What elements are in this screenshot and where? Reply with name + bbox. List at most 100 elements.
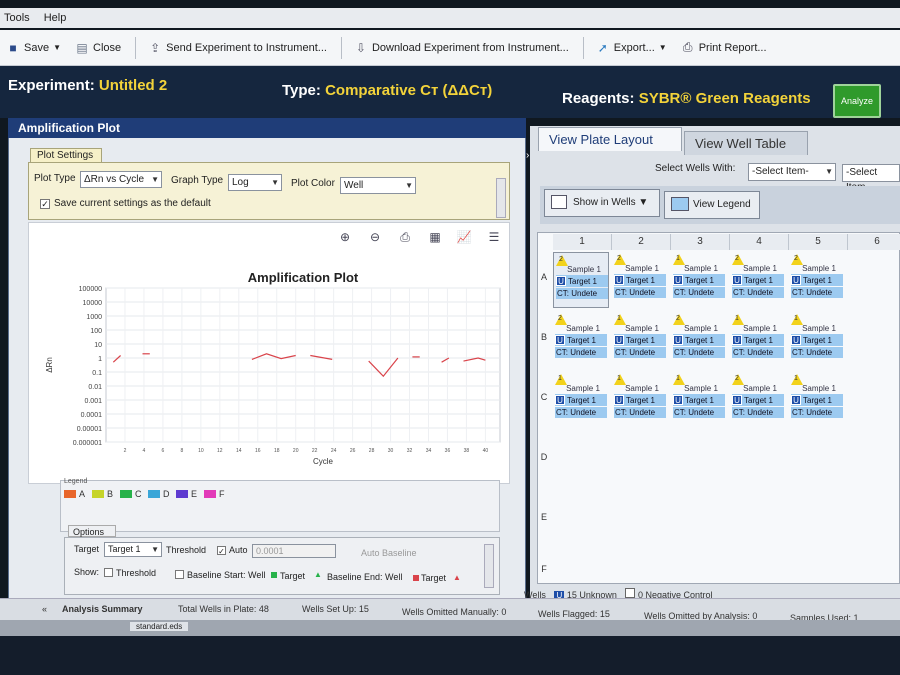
y-tick-label: 0.000001 [73, 440, 102, 447]
row-header-d[interactable]: D [537, 452, 551, 462]
x-tick-label: 24 [331, 448, 337, 454]
well-b4[interactable]: 1 Sample 1 U Target 1 CT: Undete [730, 312, 786, 368]
legend-box [60, 480, 500, 532]
well-target: Target 1 [626, 396, 655, 405]
row-header-c[interactable]: C [537, 392, 551, 402]
experiment-reagents: SYBR® Green Reagents [638, 90, 811, 107]
target-select[interactable]: Target 1 ▼ [104, 542, 162, 557]
legend-swatch [204, 490, 216, 498]
tab-plate-layout[interactable]: View Plate Layout [538, 127, 682, 151]
legend-swatch [64, 490, 76, 498]
well-ct: CT: Undete [555, 347, 607, 358]
well-a2[interactable]: 2 Sample 1 U Target 1 CT: Undete [612, 252, 668, 308]
collapse-left-icon[interactable]: › [526, 150, 529, 161]
column-header-5[interactable]: 5 [789, 234, 848, 250]
well-a3[interactable]: 1 Sample 1 U Target 1 CT: Undete [671, 252, 727, 308]
legend-item-label: A [79, 489, 86, 499]
well-sample: Sample 1 [566, 384, 600, 393]
show-baseline-checkbox[interactable] [175, 570, 184, 579]
well-target: Target 1 [744, 396, 773, 405]
menu-help[interactable]: Help [44, 12, 67, 24]
row-header-f[interactable]: F [537, 564, 551, 574]
well-a1[interactable]: 2 Sample 1 U Target 1 CT: Undete [553, 252, 609, 308]
x-tick-label: 14 [236, 448, 242, 454]
file-tab[interactable]: standard.eds [130, 622, 189, 631]
select-item-dropdown[interactable]: -Select Item- ▼ [748, 163, 836, 181]
well-c1[interactable]: 1 Sample 1 U Target 1 CT: Undete [553, 372, 609, 428]
select-item-dropdown-2[interactable]: -Select Item [842, 164, 900, 193]
well-a4[interactable]: 2 Sample 1 U Target 1 CT: Undete [730, 252, 786, 308]
toolbar: ■ Save ▼ ▤ Close ⇪ Send Experiment to Instru… [0, 30, 900, 66]
well-c4[interactable]: 2 Sample 1 U Target 1 CT: Undete [730, 372, 786, 428]
plot-settings-tab[interactable]: Plot Settings [30, 148, 102, 162]
wells-setup: Wells Set Up: 15 [302, 604, 369, 614]
unknown-task-icon: U [555, 395, 565, 405]
collapse-icon[interactable]: « [42, 604, 47, 614]
zoom-in-icon[interactable]: ⊕ [337, 230, 353, 244]
print-icon[interactable]: ⎙ [397, 230, 413, 244]
unknown-task-icon: U [555, 335, 565, 345]
well-b1[interactable]: 2 Sample 1 U Target 1 CT: Undete [553, 312, 609, 368]
settings-scrollbar[interactable] [496, 178, 506, 218]
menu-tools[interactable]: Tools [4, 12, 30, 24]
options-tab[interactable]: Options [68, 525, 116, 537]
zoom-out-icon[interactable]: ⊖ [367, 230, 383, 244]
baseline-end-label: Baseline End: Well [327, 572, 403, 582]
well-b5[interactable]: 1 Sample 1 U Target 1 CT: Undete [789, 312, 845, 368]
y-tick-label: 0.001 [84, 398, 102, 405]
well-ct: CT: Undete [732, 347, 784, 358]
well-c3[interactable]: 1 Sample 1 U Target 1 CT: Undete [671, 372, 727, 428]
table-icon[interactable]: ▦ [427, 230, 443, 244]
well-c5[interactable]: 1 Sample 1 U Target 1 CT: Undete [789, 372, 845, 428]
well-b2[interactable]: 1 Sample 1 U Target 1 CT: Undete [612, 312, 668, 368]
chevron-down-icon: ▼ [151, 175, 159, 184]
list-icon[interactable]: ☰ [486, 230, 502, 244]
auto-threshold-checkbox[interactable]: ✓ [217, 546, 226, 556]
save-default-checkbox[interactable]: ✓ [40, 199, 50, 209]
x-tick-label: 20 [293, 448, 299, 454]
plot-type-select[interactable]: ΔRn vs Cycle ▼ [80, 171, 162, 188]
options-scrollbar[interactable] [484, 544, 494, 588]
unknown-task-icon: U [673, 275, 683, 285]
column-header-2[interactable]: 2 [612, 234, 671, 250]
view-legend-button[interactable]: View Legend [664, 191, 760, 219]
column-header-6[interactable]: 6 [848, 234, 900, 250]
show-in-wells-button[interactable]: Show in Wells ▼ [544, 189, 660, 217]
amplification-chart: Amplification Plot1000001000010001001010… [45, 270, 501, 466]
well-b3[interactable]: 2 Sample 1 U Target 1 CT: Undete [671, 312, 727, 368]
x-tick-label: 40 [483, 448, 489, 454]
select-wells-label: Select Wells With: [655, 163, 736, 174]
threshold-input[interactable]: 0.0001 [252, 544, 336, 558]
type-label: Type: Comparative Cт (ΔΔCт) [282, 82, 493, 99]
experiment-type: Comparative Cт (ΔΔCт) [325, 82, 493, 99]
analyze-button[interactable]: Analyze [833, 84, 881, 118]
legend-item-b: B [92, 489, 113, 499]
column-header-1[interactable]: 1 [553, 234, 612, 250]
well-ct: CT: Undete [791, 407, 843, 418]
close-button[interactable]: ▤ Close [75, 41, 121, 55]
triangle-up-icon: ▲ [453, 573, 461, 582]
row-header-b[interactable]: B [537, 332, 551, 342]
save-button[interactable]: ■ Save ▼ [6, 41, 61, 55]
chart-icon[interactable]: 📈 [456, 230, 472, 244]
export-button[interactable]: ➚ Export... ▼ [596, 41, 667, 55]
download-experiment-button[interactable]: ⇩ Download Experiment from Instrument... [354, 41, 569, 55]
column-header-3[interactable]: 3 [671, 234, 730, 250]
legend-swatch [176, 490, 188, 498]
row-header-a[interactable]: A [537, 272, 551, 282]
graph-type-select[interactable]: Log ▼ [228, 174, 282, 191]
flag-count: 2 [558, 315, 562, 322]
row-header-e[interactable]: E [537, 512, 551, 522]
show-threshold-checkbox[interactable] [104, 568, 113, 577]
tab-well-table[interactable]: View Well Table [684, 131, 808, 155]
send-experiment-button[interactable]: ⇪ Send Experiment to Instrument... [148, 41, 327, 55]
column-header-4[interactable]: 4 [730, 234, 789, 250]
well-sample: Sample 1 [566, 324, 600, 333]
well-target: Target 1 [803, 336, 832, 345]
well-target: Target 1 [803, 276, 832, 285]
well-a5[interactable]: 2 Sample 1 U Target 1 CT: Undete [789, 252, 845, 308]
well-ct: CT: Undete [673, 287, 725, 298]
print-report-button[interactable]: ⎙ Print Report... [681, 40, 767, 55]
plot-color-select[interactable]: Well ▼ [340, 177, 416, 194]
well-c2[interactable]: 1 Sample 1 U Target 1 CT: Undete [612, 372, 668, 428]
